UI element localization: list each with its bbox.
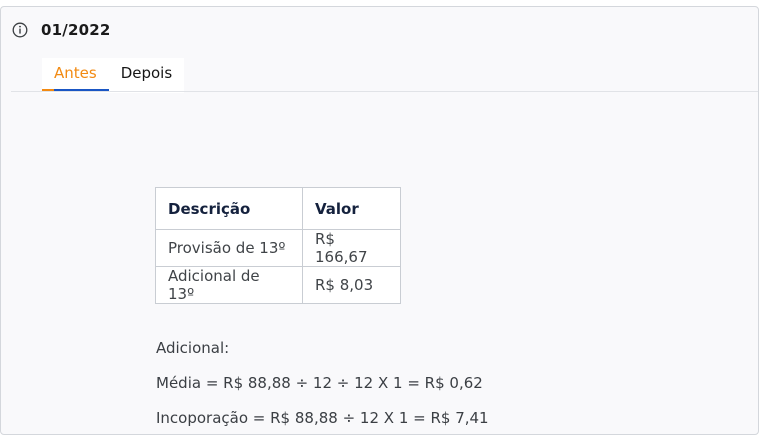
period-panel: 01/2022 Antes Depois Descrição Valor Pro… [0, 6, 759, 435]
column-header-valor: Valor [302, 187, 401, 230]
table-cell-valor: R$ 8,03 [302, 266, 401, 304]
tab-depois-label: Depois [120, 64, 173, 82]
table-cell-valor: R$ 166,67 [302, 229, 401, 267]
period-title: 01/2022 [41, 21, 111, 39]
table-header-row: Descrição Valor [155, 187, 401, 230]
table-row: Adicional de 13º R$ 8,03 [155, 266, 401, 304]
notes-title: Adicional: [156, 339, 230, 357]
period-header: 01/2022 [11, 21, 111, 39]
calculation-notes: Adicional: Média = R$ 88,88 ÷ 12 ÷ 12 X … [156, 337, 489, 442]
tab-antes-label: Antes [54, 64, 97, 82]
values-table: Descrição Valor Provisão de 13º R$ 166,6… [155, 187, 401, 304]
table-row: Provisão de 13º R$ 166,67 [155, 229, 401, 267]
info-icon [11, 21, 29, 39]
incorporacao-formula: Incoporação = R$ 88,88 ÷ 12 X 1 = R$ 7,4… [156, 409, 489, 427]
tab-antes[interactable]: Antes [42, 58, 109, 92]
tabs-divider [11, 91, 758, 92]
media-formula: Média = R$ 88,88 ÷ 12 ÷ 12 X 1 = R$ 0,62 [156, 374, 483, 392]
table-cell-descricao: Provisão de 13º [155, 229, 303, 267]
column-header-descricao: Descrição [155, 187, 303, 230]
tab-bar: Antes Depois [42, 58, 185, 93]
table-cell-descricao: Adicional de 13º [155, 266, 303, 304]
tab-depois[interactable]: Depois [109, 58, 184, 92]
